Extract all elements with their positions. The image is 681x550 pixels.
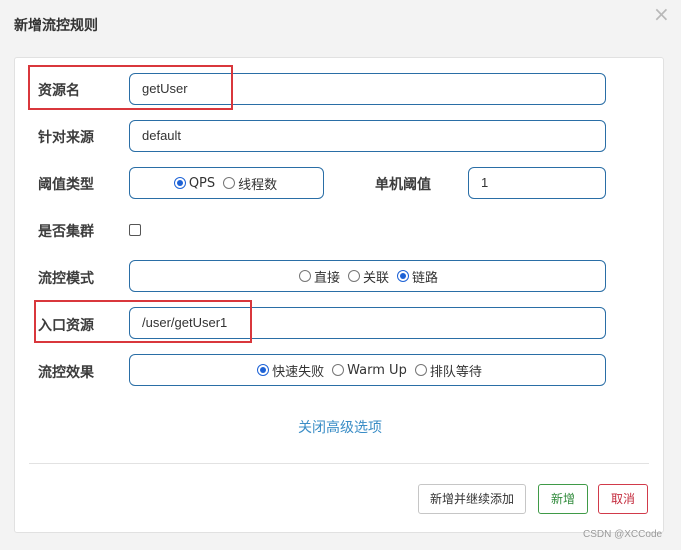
radio-queue[interactable]: 排队等待 [414,361,484,380]
threshold-type-label: 阈值类型 [38,177,94,193]
single-threshold-value: 1 [481,175,489,190]
radio-thread-count-label: 线程数 [238,177,278,193]
flow-mode-label: 流控模式 [38,271,94,287]
radio-chain-label: 链路 [412,270,439,286]
radio-qps[interactable]: QPS [173,175,217,191]
resource-name-input[interactable]: getUser [129,73,606,105]
radio-direct-label: 直接 [313,270,340,286]
limit-app-label: 针对来源 [38,130,94,146]
single-threshold-label: 单机阈值 [375,177,431,193]
flow-effect-radio-group: 快速失败 Warm Up 排队等待 [129,354,606,386]
form-panel: 资源名 getUser 针对来源 default 阈值类型 QPS 线程数 单机… [14,57,664,533]
radio-chain-circle[interactable] [397,270,409,282]
threshold-type-radio-group: QPS 线程数 [129,167,324,199]
single-threshold-input[interactable]: 1 [468,167,606,199]
flow-effect-label: 流控效果 [38,365,94,381]
radio-qps-circle[interactable] [173,177,186,189]
entry-resource-value: /user/getUser1 [142,315,228,330]
radio-warm-up[interactable]: Warm Up [332,363,409,378]
radio-relate-circle[interactable] [347,270,360,282]
footer-divider [29,463,649,464]
radio-relate-label: 关联 [362,270,389,286]
radio-warm-up-circle[interactable] [332,364,345,376]
radio-direct[interactable]: 直接 [298,267,342,286]
flow-mode-radio-group: 直接 关联 链路 [129,260,606,292]
radio-thread-count-circle[interactable] [223,177,236,189]
resource-name-value: getUser [142,81,188,96]
radio-warm-up-label: Warm Up [347,362,407,378]
radio-fast-fail-circle[interactable] [257,364,270,376]
radio-fast-fail[interactable]: 快速失败 [257,361,326,380]
close-advanced-options-link[interactable]: 关闭高级选项 [15,417,665,437]
cluster-label: 是否集群 [38,224,94,240]
resource-name-label: 资源名 [38,83,80,99]
dialog-title: 新增流控规则 [14,18,98,34]
close-icon[interactable]: × [653,4,670,24]
add-button[interactable]: 新增 [538,484,588,514]
limit-app-value: default [142,128,182,143]
radio-fast-fail-label: 快速失败 [272,364,325,380]
add-and-continue-button[interactable]: 新增并继续添加 [418,484,526,514]
radio-thread-count[interactable]: 线程数 [223,174,279,193]
radio-direct-circle[interactable] [298,270,311,282]
radio-queue-circle[interactable] [414,364,427,376]
limit-app-input[interactable]: default [129,120,606,152]
cluster-checkbox[interactable] [129,224,141,236]
radio-queue-label: 排队等待 [429,364,482,380]
radio-qps-label: QPS [188,175,216,191]
entry-resource-input[interactable]: /user/getUser1 [129,307,606,339]
watermark: CSDN @XCCode [583,529,663,540]
radio-relate[interactable]: 关联 [347,267,391,286]
radio-chain[interactable]: 链路 [397,267,440,286]
entry-resource-label: 入口资源 [38,318,94,334]
cancel-button[interactable]: 取消 [598,484,648,514]
